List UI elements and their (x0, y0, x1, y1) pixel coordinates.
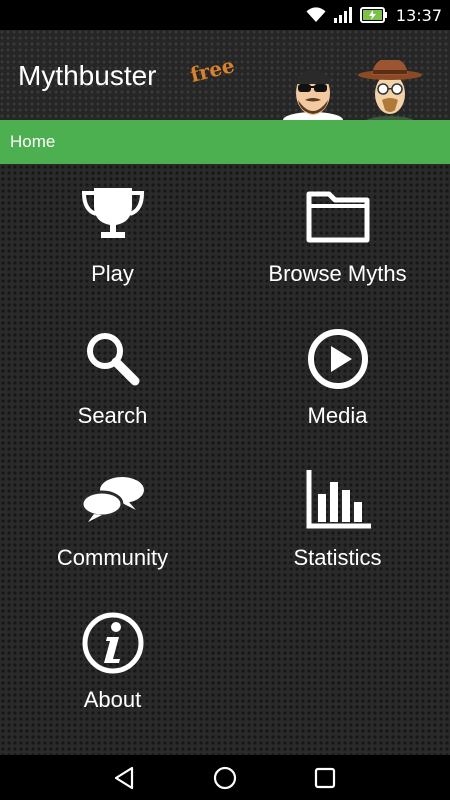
character-left-avatar (283, 70, 343, 120)
main-menu: Play Browse Myths Search Media Community (0, 164, 450, 755)
community-label: Community (56, 545, 169, 570)
play-circle-icon (308, 329, 368, 389)
cellular-signal-icon (333, 7, 352, 23)
info-icon (82, 612, 144, 674)
browse-myths-button[interactable]: Browse Myths (225, 164, 450, 306)
back-icon[interactable] (110, 764, 138, 792)
app-header: Mythbuster free (0, 30, 450, 120)
character-right-avatar (358, 60, 422, 120)
navigation-bar (0, 755, 450, 800)
mascot-avatars (283, 60, 422, 120)
community-button[interactable]: Community (0, 448, 225, 590)
app-title: Mythbuster (18, 60, 157, 91)
battery-charging-icon (359, 7, 387, 23)
home-icon[interactable] (211, 764, 239, 792)
chat-bubbles-icon (80, 477, 144, 522)
browse-myths-label: Browse Myths (268, 261, 407, 286)
status-clock: 13:37 (395, 5, 442, 25)
free-badge: free (187, 52, 237, 88)
about-button[interactable]: About (0, 590, 225, 732)
status-bar: 13:37 (0, 0, 450, 30)
breadcrumb: Home (0, 120, 450, 164)
recents-icon[interactable] (311, 764, 339, 792)
folder-icon (306, 191, 370, 243)
wifi-icon (306, 7, 326, 23)
media-button[interactable]: Media (225, 306, 450, 448)
breadcrumb-home: Home (10, 132, 56, 151)
play-label: Play (91, 261, 134, 286)
play-button[interactable]: Play (0, 164, 225, 306)
search-button[interactable]: Search (0, 306, 225, 448)
media-label: Media (307, 403, 368, 428)
bar-chart-icon (306, 470, 371, 529)
magnifier-icon (87, 333, 140, 386)
trophy-icon (81, 188, 145, 238)
statistics-button[interactable]: Statistics (225, 448, 450, 590)
statistics-label: Statistics (293, 545, 382, 570)
search-label: Search (77, 403, 148, 428)
about-label: About (83, 687, 142, 712)
